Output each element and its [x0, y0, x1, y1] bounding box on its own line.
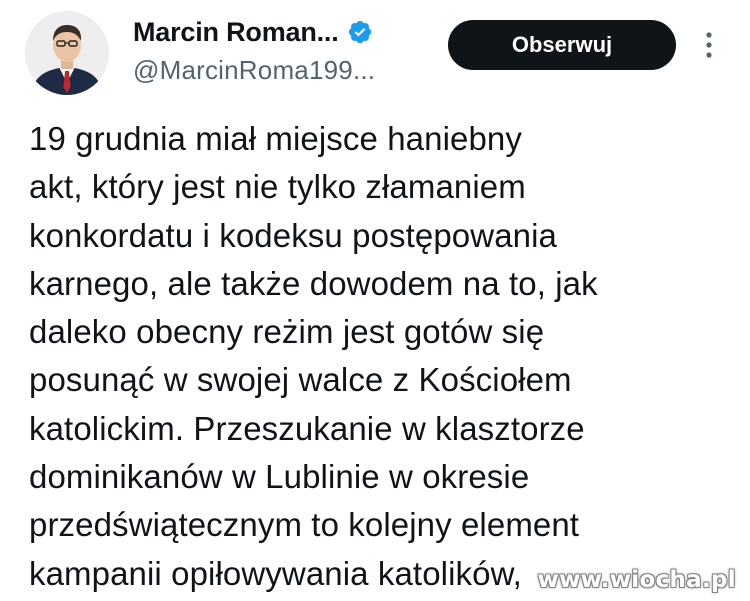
tweet-line: posunąć w swojej walce z Kościołem — [29, 361, 572, 399]
watermark: www.wiocha.pl — [537, 567, 736, 593]
follow-button[interactable]: Obserwuj — [448, 20, 676, 70]
tweet-line: dominikanów w Lublinie w okresie — [29, 458, 530, 496]
avatar[interactable] — [25, 11, 109, 95]
verified-badge-icon — [348, 20, 371, 44]
display-name-row[interactable]: Marcin Roman... — [133, 13, 375, 51]
tweet-line: katolickim. Przeszukanie w klasztorze — [29, 409, 585, 447]
more-options-button[interactable] — [699, 30, 719, 62]
tweet-line: akt, który jest nie tylko złamaniem — [29, 168, 526, 206]
tweet-line: daleko obecny reżim jest gotów się — [29, 313, 545, 351]
tweet-line: przedświątecznym to kolejny element — [29, 506, 580, 544]
profile-photo-icon — [25, 11, 109, 95]
more-vertical-icon — [706, 32, 712, 58]
display-name[interactable]: Marcin Roman... — [133, 17, 339, 48]
handle[interactable]: @MarcinRoma199... — [133, 55, 375, 86]
tweet-text: 19 grudnia miał miejsce haniebny akt, kt… — [29, 115, 729, 598]
author-names: Marcin Roman... @MarcinRoma199... — [133, 13, 375, 86]
tweet-line: 19 grudnia miał miejsce haniebny — [29, 120, 522, 157]
tweet-line: konkordatu i kodeksu postępowania — [29, 216, 557, 254]
tweet-line: karnego, ale także dowodem na to, jak — [29, 264, 598, 302]
tweet-header: Marcin Roman... @MarcinRoma199... Obserw… — [0, 0, 750, 110]
